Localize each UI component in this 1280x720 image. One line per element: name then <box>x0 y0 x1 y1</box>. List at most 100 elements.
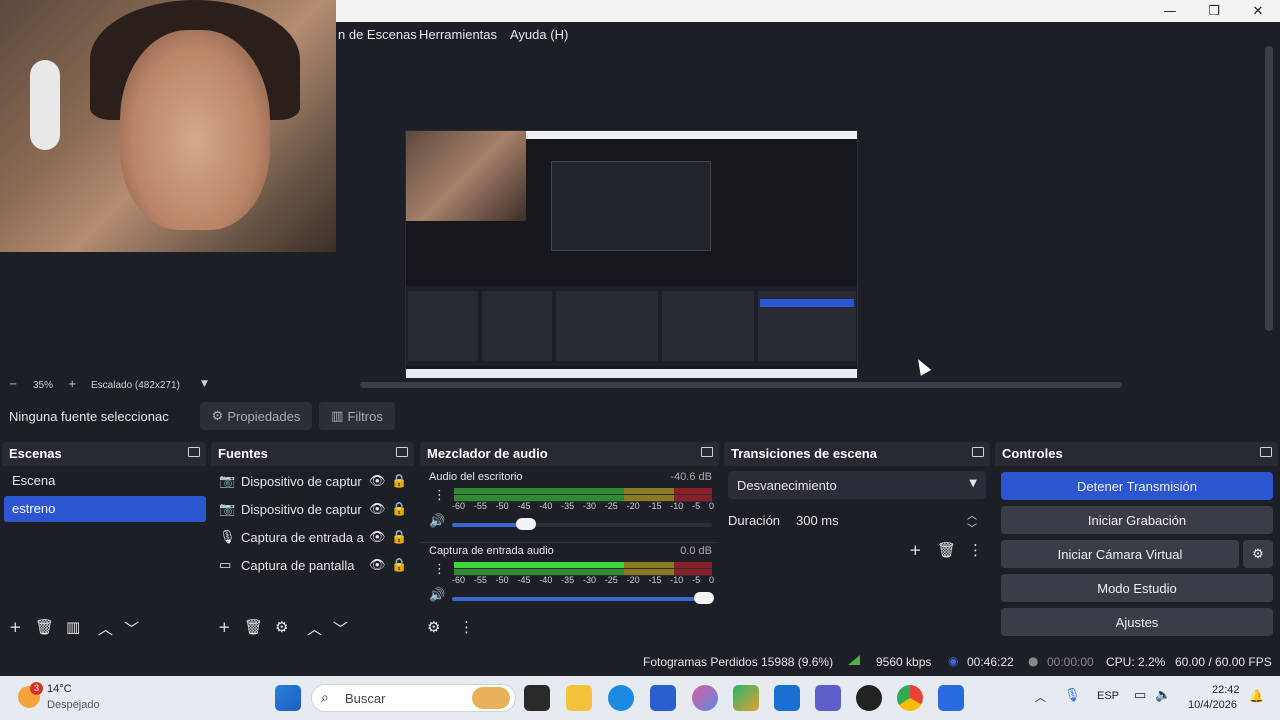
notification-icon[interactable]: 🔔 <box>1249 689 1264 703</box>
windows-start-icon[interactable] <box>275 685 301 711</box>
maximize-button[interactable]: ❐ <box>1192 0 1236 22</box>
file-explorer-icon[interactable] <box>566 685 592 711</box>
edge-icon[interactable] <box>608 685 634 711</box>
undock-icon[interactable] <box>972 447 984 457</box>
kebab-icon[interactable]: ⋮ <box>968 541 983 559</box>
settings-button[interactable]: Ajustes <box>1001 608 1273 636</box>
duration-field[interactable]: 300 ms ︿ ﹀ <box>784 506 986 535</box>
scale-tick: -55 <box>473 501 487 511</box>
kebab-icon[interactable]: ⋮ <box>433 562 446 577</box>
gear-icon[interactable]: ⚙ <box>1243 540 1273 568</box>
speaker-icon[interactable]: 🔈 <box>1155 688 1171 703</box>
stop-stream-button[interactable]: Detener Transmisión <box>1001 472 1273 500</box>
filters-button[interactable]: ▥ Filtros <box>319 402 395 430</box>
undock-icon[interactable] <box>701 447 713 457</box>
clock-date[interactable]: 10/4/2026 <box>1188 699 1237 711</box>
divider <box>420 542 719 543</box>
horizontal-scrollbar[interactable] <box>360 382 1122 388</box>
language-indicator[interactable]: ESP <box>1097 690 1119 702</box>
start-recording-button[interactable]: Iniciar Grabación <box>1001 506 1273 534</box>
chevron-up-icon[interactable]: ︿ <box>1035 689 1046 705</box>
outlook-icon[interactable] <box>774 685 800 711</box>
properties-button[interactable]: ⚙ Propiedades <box>200 402 312 430</box>
gear-icon[interactable]: ⚙ <box>427 618 440 636</box>
menu-tools[interactable]: Herramientas <box>419 27 497 42</box>
scale-tick: -25 <box>604 575 618 585</box>
cpu-usage: CPU: 2.2% <box>1106 655 1166 669</box>
scale-tick: -45 <box>517 501 531 511</box>
roblox-icon[interactable] <box>938 685 964 711</box>
scale-tick: -15 <box>648 501 662 511</box>
clock-time[interactable]: 22:42 <box>1212 684 1240 696</box>
m365-icon[interactable] <box>733 685 759 711</box>
eye-icon[interactable]: 👁 <box>369 474 391 489</box>
trash-icon[interactable]: 🗑 <box>35 618 54 636</box>
microphone-icon[interactable]: 🎙 <box>1064 688 1081 703</box>
add-icon[interactable]: + <box>218 618 231 636</box>
network-icon[interactable]: ▭ <box>1134 688 1146 703</box>
obs-icon[interactable] <box>856 685 882 711</box>
source-item[interactable]: 🎙 Captura de entrada a 👁 🔒 <box>219 524 407 550</box>
chevron-down-icon[interactable]: ▼ <box>201 379 208 389</box>
lock-icon[interactable]: 🔒 <box>391 558 407 573</box>
trash-icon[interactable]: 🗑 <box>244 618 263 636</box>
volume-handle[interactable] <box>516 518 536 530</box>
close-button[interactable]: ✕ <box>1236 0 1280 22</box>
scale-tick: -35 <box>561 501 575 511</box>
volume-icon[interactable]: 🔊 <box>429 588 445 603</box>
volume-slider[interactable] <box>452 518 712 530</box>
source-item[interactable]: 📷 Dispositivo de captur 👁 🔒 <box>219 468 407 494</box>
gear-icon[interactable]: ⚙ <box>275 618 288 636</box>
chevron-up-icon[interactable]: ︿ <box>307 618 322 639</box>
kebab-icon[interactable]: ⋮ <box>459 618 474 636</box>
chevron-down-icon[interactable]: ﹀ <box>124 618 139 639</box>
menu-help[interactable]: Ayuda (H) <box>510 27 568 42</box>
scale-tick: -40 <box>539 575 553 585</box>
trash-icon[interactable]: 🗑 <box>937 541 956 559</box>
store-icon[interactable] <box>650 685 676 711</box>
search-box[interactable]: ⌕ Buscar <box>311 684 516 712</box>
preview-canvas <box>405 130 858 385</box>
menu-scene-collection[interactable]: n de Escenas <box>338 27 417 42</box>
studio-mode-button[interactable]: Modo Estudio <box>1001 574 1273 602</box>
chevron-up-icon[interactable]: ︿ <box>98 618 113 639</box>
undock-icon[interactable] <box>188 447 200 457</box>
scenes-title: Escenas <box>9 446 62 461</box>
kebab-icon[interactable]: ⋮ <box>433 488 446 503</box>
copilot-icon[interactable] <box>692 685 718 711</box>
source-item[interactable]: 📷 Dispositivo de captur 👁 🔒 <box>219 496 407 522</box>
undock-icon[interactable] <box>1260 447 1272 457</box>
minimize-button[interactable]: — <box>1148 0 1192 22</box>
lock-icon[interactable]: 🔒 <box>391 502 407 517</box>
eye-icon[interactable]: 👁 <box>369 558 391 573</box>
signal-icon <box>848 653 860 665</box>
teams-icon[interactable] <box>815 685 841 711</box>
scale-tick: -60 <box>452 575 466 585</box>
undock-icon[interactable] <box>396 447 408 457</box>
scene-item-selected[interactable]: estreno <box>4 496 206 522</box>
zoom-in-icon[interactable]: + <box>68 379 76 390</box>
eye-icon[interactable]: 👁 <box>369 530 391 545</box>
sources-list: 📷 Dispositivo de captur 👁 🔒 📷 Dispositiv… <box>211 466 414 642</box>
transition-select[interactable]: Desvanecimiento ▼ <box>728 471 986 499</box>
zoom-out-icon[interactable]: − <box>9 379 17 390</box>
start-virtual-camera-button[interactable]: Iniciar Cámara Virtual <box>1001 540 1239 568</box>
channel-name: Captura de entrada audio <box>429 545 554 557</box>
filter-icon[interactable]: ▥ <box>66 618 80 636</box>
scene-item[interactable]: Escena <box>4 468 206 494</box>
lock-icon[interactable]: 🔒 <box>391 530 407 545</box>
volume-icon[interactable]: 🔊 <box>429 514 445 529</box>
add-icon[interactable]: + <box>909 541 922 559</box>
eye-icon[interactable]: 👁 <box>369 502 391 517</box>
chevron-down-icon[interactable]: ﹀ <box>333 618 348 639</box>
chrome-icon[interactable] <box>897 685 923 711</box>
volume-slider[interactable] <box>452 592 714 604</box>
vertical-scrollbar[interactable] <box>1265 46 1273 331</box>
task-view-icon[interactable] <box>524 685 550 711</box>
mixer-title: Mezclador de audio <box>427 446 548 461</box>
source-item[interactable]: ▭ Captura de pantalla 👁 🔒 <box>219 552 407 578</box>
add-icon[interactable]: + <box>9 618 22 636</box>
lock-icon[interactable]: 🔒 <box>391 474 407 489</box>
chevron-down-icon[interactable]: ﹀ <box>967 520 977 535</box>
volume-handle[interactable] <box>694 592 714 604</box>
